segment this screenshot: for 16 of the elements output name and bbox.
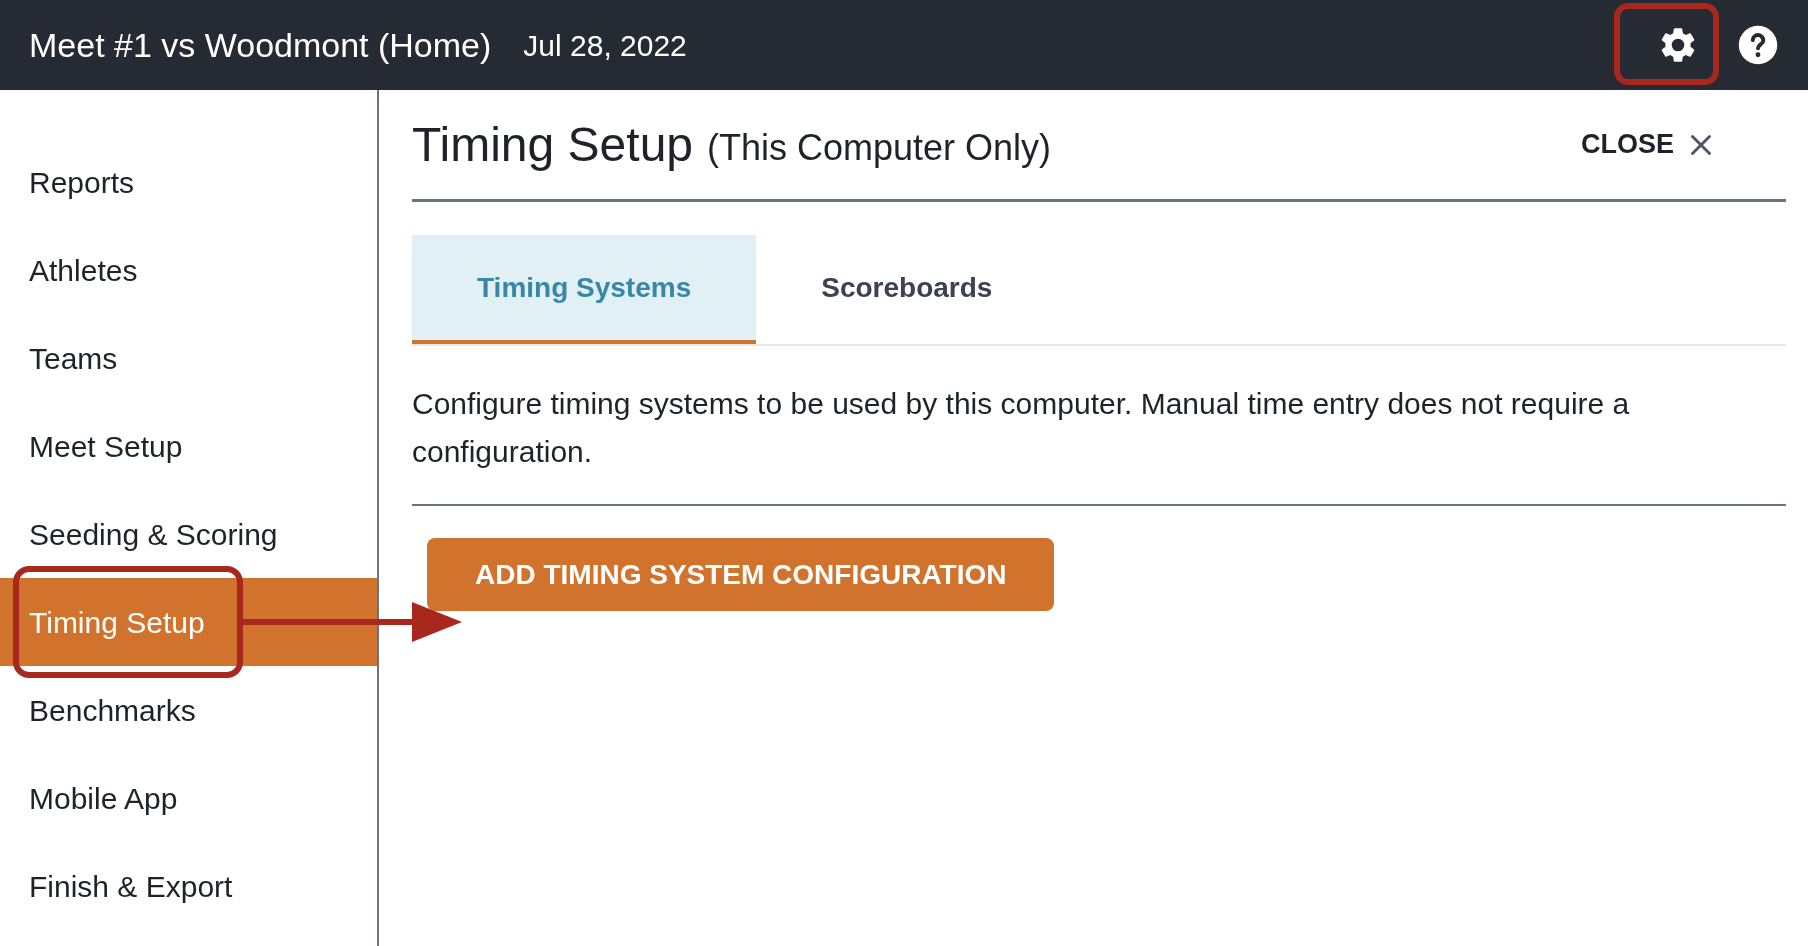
sidebar-item[interactable]: Seeding & Scoring xyxy=(0,490,377,578)
sidebar-item[interactable]: Athletes xyxy=(0,226,377,314)
sidebar-item[interactable]: Meet Setup xyxy=(0,402,377,490)
sidebar-item[interactable]: Finish & Export xyxy=(0,842,377,930)
sidebar-item[interactable]: Mobile App xyxy=(0,754,377,842)
panel-subtitle: (This Computer Only) xyxy=(707,125,1052,170)
sidebar-item[interactable]: Teams xyxy=(0,314,377,402)
meet-title: Meet #1 vs Woodmont (Home) xyxy=(29,24,492,66)
meet-date: Jul 28, 2022 xyxy=(523,27,687,64)
sidebar-item[interactable]: Benchmarks xyxy=(0,666,377,754)
help-button[interactable] xyxy=(1736,23,1780,67)
panel-title: Timing Setup xyxy=(412,116,693,173)
help-icon xyxy=(1737,24,1779,66)
description: Configure timing systems to be used by this computer. Manual time entry does not require a configuration. xyxy=(412,380,1786,506)
sidebar-item[interactable]: Reports xyxy=(0,138,377,226)
close-button[interactable]: CLOSE xyxy=(1581,124,1718,165)
